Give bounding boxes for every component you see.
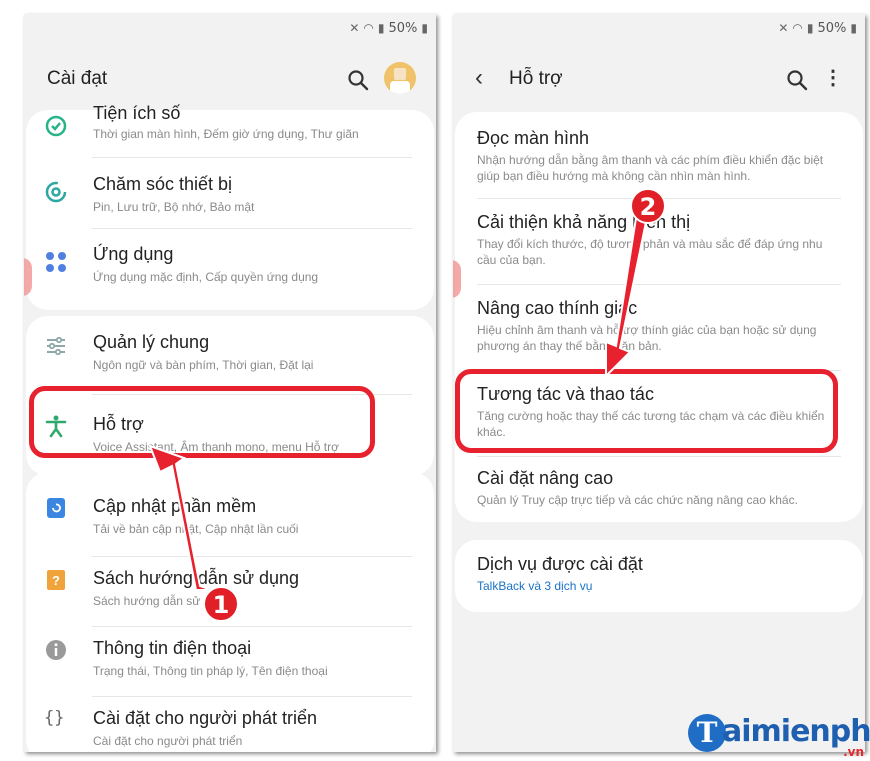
battery-level: 50% — [388, 20, 418, 36]
device-care-icon — [45, 181, 67, 203]
item-subtitle: Tải về bản cập nhật, Cập nhật lần cuối — [93, 522, 299, 536]
item-title: Cập nhật phần mềm — [93, 496, 257, 516]
info-icon — [46, 640, 66, 660]
software-update-icon — [47, 498, 65, 518]
logo-tld: .vn — [843, 745, 864, 759]
item-subtitle: Trạng thái, Thông tin pháp lý, Tên điện … — [93, 664, 328, 678]
logo-mark: T — [688, 714, 726, 752]
settings-group-1: Tiện ích số Thời gian màn hình, Đếm giờ … — [26, 103, 434, 310]
item-title: Nâng cao thính giác — [477, 298, 638, 318]
item-title: Đọc màn hình — [477, 128, 590, 148]
item-title: Ứng dụng — [93, 244, 174, 264]
battery-icon: ▮ — [850, 21, 857, 35]
item-subtitle: Hiệu chỉnh âm thanh và hỗ trợ thính giác… — [477, 323, 817, 353]
settings-item-about-phone[interactable]: Thông tin điện thoại Trạng thái, Thông t… — [26, 624, 434, 694]
item-subtitle: Ngôn ngữ và bàn phím, Thời gian, Đặt lại — [93, 358, 314, 372]
svg-text:?: ? — [52, 573, 60, 588]
user-manual-icon: ? — [47, 570, 65, 590]
page-title: Hỗ trợ — [509, 68, 563, 89]
item-subtitle: Cài đặt cho người phát triển — [93, 734, 243, 748]
status-bar: ✕ ◠ ▮ 50% ▮ — [778, 20, 857, 36]
signal-icon: ▮ — [377, 21, 385, 35]
battery-level: 50% — [817, 20, 847, 36]
edge-panel-handle[interactable] — [24, 258, 32, 296]
settings-screen: ✕ ◠ ▮ 50% ▮ Cài đạt Tiện ích số Thời gia… — [24, 14, 436, 752]
item-title: Cài đặt cho người phát triển — [93, 708, 317, 728]
settings-item-apps[interactable]: Ứng dụng Ứng dụng mặc định, Cấp quyền ứn… — [26, 238, 434, 308]
item-title: Cài đặt nâng cao — [477, 468, 614, 488]
edge-panel-handle[interactable] — [453, 260, 461, 298]
item-title: Thông tin điện thoại — [93, 638, 252, 658]
settings-item-developer-options[interactable]: {} Cài đặt cho người phát triển Cài đặt … — [26, 694, 434, 752]
highlight-interaction-dexterity — [455, 369, 838, 453]
accessibility-item-installed-services[interactable]: Dịch vụ được cài đặt TalkBack và 3 dịch … — [455, 540, 863, 612]
item-title: Chăm sóc thiết bị — [93, 174, 233, 194]
item-title: Quản lý chung — [93, 332, 210, 352]
digital-wellbeing-icon — [45, 115, 67, 137]
avatar[interactable] — [384, 62, 416, 94]
search-icon[interactable] — [346, 68, 370, 92]
accessibility-item-screen-reader[interactable]: Đọc màn hình Nhận hướng dẫn bằng âm than… — [455, 112, 863, 192]
developer-options-icon: {} — [44, 708, 65, 728]
installed-services-group: Dịch vụ được cài đặt TalkBack và 3 dịch … — [455, 540, 863, 612]
mute-icon: ✕ — [349, 21, 360, 35]
accessibility-group: Đọc màn hình Nhận hướng dẫn bằng âm than… — [455, 112, 863, 522]
accessibility-item-advanced-settings[interactable]: Cài đặt nâng cao Quản lý Truy cập trực t… — [455, 456, 863, 522]
app-bar: ‹ Hỗ trợ ⋮ — [453, 60, 865, 100]
wifi-icon: ◠ — [792, 21, 803, 35]
settings-item-digital-wellbeing[interactable]: Tiện ích số Thời gian màn hình, Đếm giờ … — [26, 103, 434, 174]
battery-icon: ▮ — [421, 21, 428, 35]
highlight-accessibility — [29, 386, 375, 458]
item-subtitle: Nhận hướng dẫn bằng âm thanh và các phím… — [477, 153, 824, 183]
mute-icon: ✕ — [778, 21, 789, 35]
page-title: Cài đạt — [47, 68, 108, 89]
item-subtitle: Quản lý Truy cập trực tiếp và các chức n… — [477, 493, 798, 507]
item-subtitle: Thời gian màn hình, Đếm giờ ứng dụng, Th… — [93, 127, 359, 141]
app-bar: Cài đạt — [24, 60, 436, 100]
settings-item-software-update[interactable]: Cập nhật phần mềm Tải về bản cập nhật, C… — [26, 482, 434, 552]
logo-text: aimienphi — [722, 714, 870, 749]
signal-icon: ▮ — [806, 21, 814, 35]
item-subtitle: Ứng dụng mặc định, Cấp quyền ứng dụng — [93, 270, 319, 284]
accessibility-item-hearing[interactable]: Nâng cao thính giác Hiệu chỉnh âm thanh … — [455, 284, 863, 368]
item-subtitle: TalkBack và 3 dịch vụ — [477, 579, 593, 593]
step-2-badge: 2 — [630, 188, 666, 224]
item-title: Tiện ích số — [93, 103, 181, 123]
watermark-logo: T aimienphi .vn — [688, 712, 870, 759]
item-title: Dịch vụ được cài đặt — [477, 554, 643, 574]
step-1-badge: 1 — [203, 586, 239, 622]
apps-icon — [46, 252, 66, 272]
status-bar: ✕ ◠ ▮ 50% ▮ — [349, 20, 428, 36]
settings-item-general-management[interactable]: Quản lý chung Ngôn ngữ và bàn phím, Thời… — [26, 322, 434, 392]
wifi-icon: ◠ — [363, 21, 374, 35]
item-subtitle: Thay đổi kích thước, độ tương phản và mà… — [477, 237, 823, 267]
general-management-icon — [47, 336, 65, 356]
item-title: Sách hướng dẫn sử dụng — [93, 568, 300, 588]
search-icon[interactable] — [785, 68, 809, 92]
item-subtitle: Pin, Lưu trữ, Bộ nhớ, Bảo mật — [93, 200, 255, 214]
more-options-icon[interactable]: ⋮ — [823, 64, 843, 92]
back-icon[interactable]: ‹ — [475, 64, 483, 92]
